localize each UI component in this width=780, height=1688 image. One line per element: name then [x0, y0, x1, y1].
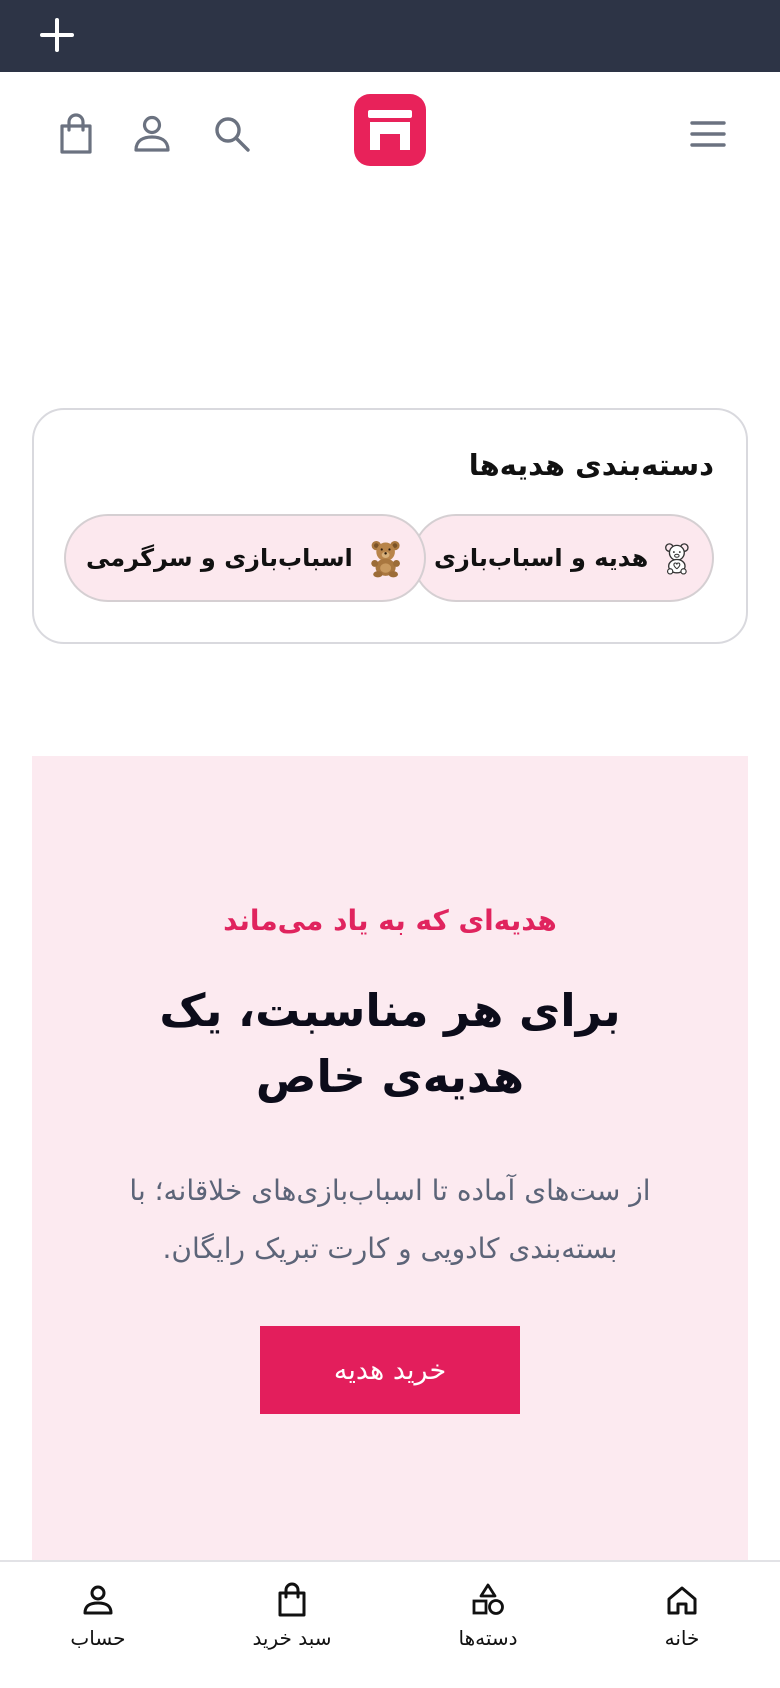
- shopping-bag-icon: [278, 1582, 306, 1617]
- nav-account[interactable]: حساب: [18, 1582, 178, 1672]
- teddy-bear-image: [371, 540, 400, 578]
- nav-home-label: خانه: [664, 1626, 700, 1650]
- nav-categories-label: دسته‌ها: [458, 1626, 518, 1650]
- hero-title: برای هر مناسبت، یک هدیه‌ی خاص: [159, 984, 621, 1103]
- hero-banner: هدیه‌ای که به یاد می‌ماند برای هر مناسبت…: [32, 756, 748, 1562]
- nav-home[interactable]: خانه: [602, 1582, 762, 1672]
- search-icon[interactable]: [208, 110, 256, 158]
- top-bar: [0, 0, 780, 72]
- shop-gift-button[interactable]: خرید هدیه: [260, 1326, 520, 1414]
- store-logo[interactable]: [354, 94, 426, 166]
- teddy-outline-icon: [665, 543, 689, 575]
- menu-icon[interactable]: [684, 110, 732, 158]
- user-icon: [83, 1585, 113, 1615]
- cart-icon[interactable]: [52, 110, 100, 158]
- categories-title: دسته‌بندی هدیه‌ها: [468, 448, 714, 482]
- category-chip-label: هدیه و اسباب‌بازی: [434, 544, 649, 572]
- category-chip-gifts-toys[interactable]: هدیه و اسباب‌بازی: [412, 514, 714, 602]
- category-chip-label: اسباب‌بازی و سرگرمی: [86, 544, 353, 572]
- hero-kicker: هدیه‌ای که به یاد می‌ماند: [223, 904, 557, 937]
- home-icon: [667, 1586, 697, 1615]
- nav-account-label: حساب: [70, 1626, 126, 1650]
- categories-card: دسته‌بندی هدیه‌ها هدیه و اسباب‌بازی: [32, 408, 748, 644]
- site-header: [0, 72, 780, 202]
- plus-icon[interactable]: [38, 16, 76, 54]
- nav-cart-label: سبد خرید: [252, 1626, 332, 1650]
- category-chip-toys-fun[interactable]: اسباب‌بازی و سرگرمی: [64, 514, 426, 602]
- nav-cart[interactable]: سبد خرید: [212, 1582, 372, 1672]
- hero-description: از ست‌های آماده تا اسباب‌بازی‌های خلاقان…: [129, 1174, 651, 1265]
- nav-categories[interactable]: دسته‌ها: [408, 1582, 568, 1672]
- bottom-nav: خانه دسته‌ها سبد خرید حساب: [0, 1560, 780, 1688]
- account-icon[interactable]: [128, 110, 176, 158]
- shapes-icon: [472, 1583, 504, 1615]
- storefront-icon: [368, 110, 412, 150]
